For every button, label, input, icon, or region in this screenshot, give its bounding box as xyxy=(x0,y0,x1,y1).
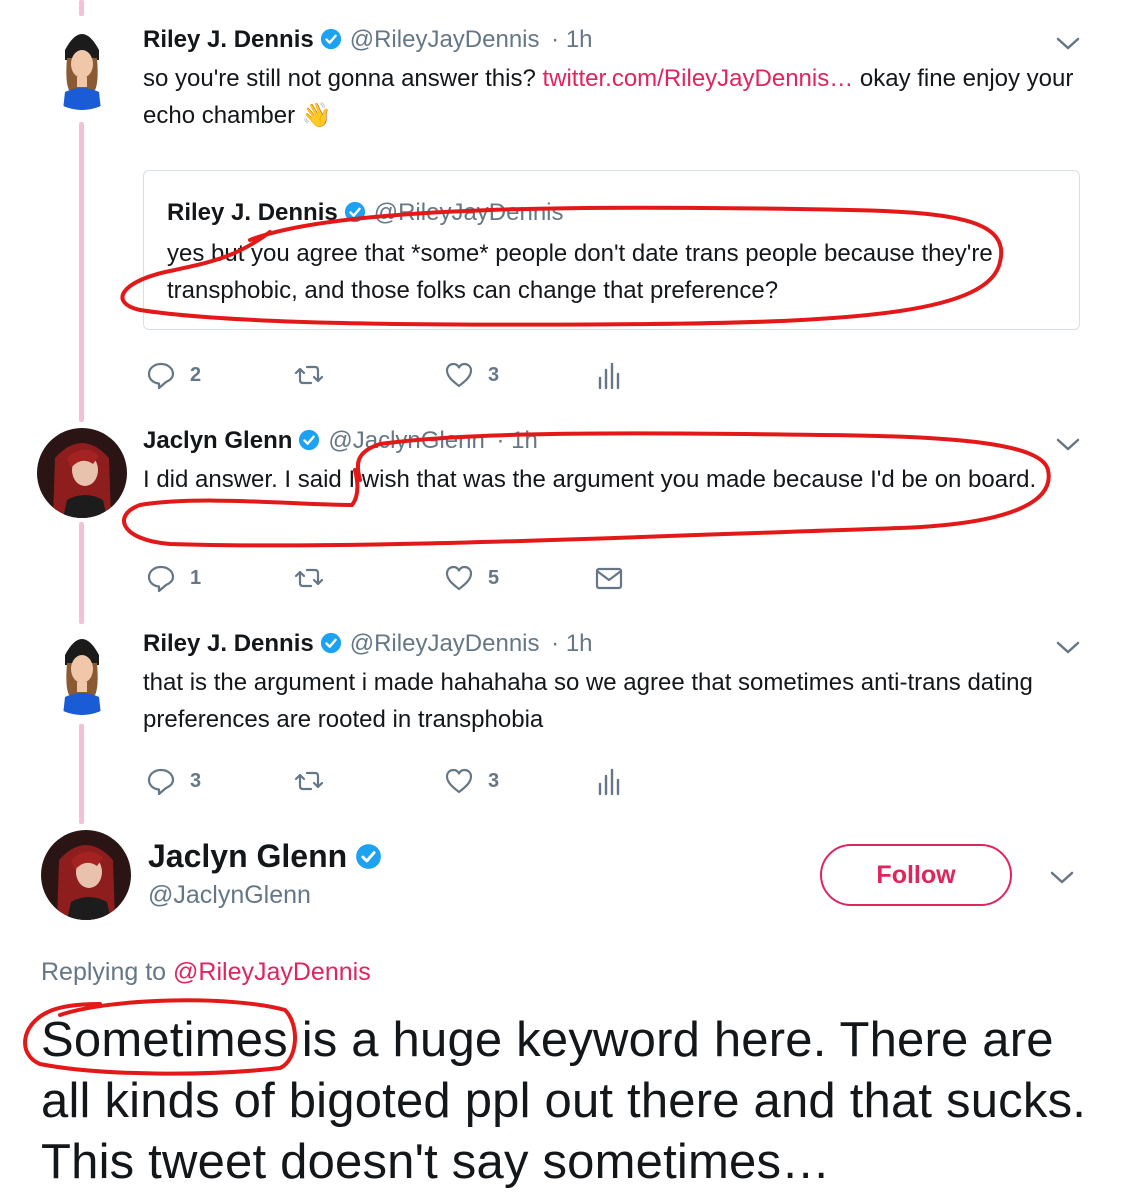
reply-button[interactable]: 2 xyxy=(146,358,201,392)
retweet-icon xyxy=(294,365,324,385)
analytics-button[interactable] xyxy=(594,358,638,392)
tweet: Riley J. Dennis @RileyJayDennis · 1h so y… xyxy=(0,0,1133,420)
direct-message-button[interactable] xyxy=(594,561,638,595)
avatar-jaclyn-image xyxy=(37,428,127,518)
tweet-text: I did answer. I said I wish that was the… xyxy=(143,466,1037,493)
timestamp[interactable]: · 1h xyxy=(497,427,538,454)
reply-button[interactable]: 1 xyxy=(146,561,201,595)
tweet-link[interactable]: twitter.com/RileyJayDennis… xyxy=(542,65,853,92)
mail-icon xyxy=(595,567,623,590)
handle[interactable]: @RileyJayDennis xyxy=(350,630,540,657)
retweet-button[interactable] xyxy=(294,764,338,798)
handle: @RileyJayDennis xyxy=(373,199,564,226)
display-name: Riley J. Dennis xyxy=(167,199,338,226)
tweet-actions: 3 3 xyxy=(146,764,646,798)
display-name[interactable]: Riley J. Dennis xyxy=(143,630,314,657)
tweet-actions: 2 3 xyxy=(146,358,646,392)
verified-icon xyxy=(344,201,365,223)
replying-to: Replying to @RileyJayDennis xyxy=(41,958,371,987)
verified-icon xyxy=(320,28,341,50)
timestamp[interactable]: · 1h xyxy=(551,26,592,53)
replying-to-handle[interactable]: @RileyJayDennis xyxy=(173,958,371,986)
quoted-text: yes but you agree that *some* people don… xyxy=(167,240,993,304)
avatar[interactable] xyxy=(37,20,127,110)
avatar[interactable] xyxy=(37,625,127,715)
chevron-down-icon[interactable] xyxy=(1055,437,1081,453)
reply-count: 3 xyxy=(190,769,202,792)
like-button[interactable]: 3 xyxy=(444,764,499,798)
retweet-button[interactable] xyxy=(294,561,338,595)
retweet-icon xyxy=(294,568,324,588)
tweet-header: Riley J. Dennis @RileyJayDennis · 1h xyxy=(143,26,593,54)
follow-button[interactable]: Follow xyxy=(820,844,1012,906)
main-tweet-text: Sometimes is a huge keyword here. There … xyxy=(41,1010,1111,1193)
display-name[interactable]: Jaclyn Glenn xyxy=(143,427,292,454)
tweet-actions: 1 5 xyxy=(146,561,646,595)
reply-icon xyxy=(147,362,175,390)
analytics-button[interactable] xyxy=(594,764,638,798)
verified-icon xyxy=(299,429,320,451)
main-display-name-text: Jaclyn Glenn xyxy=(148,838,348,874)
heart-icon xyxy=(445,565,473,591)
chevron-down-icon[interactable] xyxy=(1049,870,1075,886)
tweet-text: so you're still not gonna answer this? t… xyxy=(143,60,1083,134)
display-name[interactable]: Riley J. Dennis xyxy=(143,26,314,53)
retweet-button[interactable] xyxy=(294,358,338,392)
handle[interactable]: @RileyJayDennis xyxy=(350,26,540,53)
tweet-header: Jaclyn Glenn @JaclynGlenn · 1h xyxy=(143,427,538,455)
reply-count: 1 xyxy=(190,566,202,589)
main-handle[interactable]: @JaclynGlenn xyxy=(148,881,311,910)
tweet-text-part: so you're still not gonna answer this? xyxy=(143,65,543,92)
heart-icon xyxy=(445,768,473,794)
reply-button[interactable]: 3 xyxy=(146,764,201,798)
timestamp[interactable]: · 1h xyxy=(551,630,592,657)
tweet-text: that is the argument i made hahahaha so … xyxy=(143,669,1033,733)
analytics-icon xyxy=(598,362,620,390)
chevron-down-icon[interactable] xyxy=(1055,36,1081,52)
reply-count: 2 xyxy=(190,363,202,386)
thread-line xyxy=(79,724,84,824)
reply-icon xyxy=(147,565,175,593)
verified-icon xyxy=(356,844,382,869)
thread-line xyxy=(79,522,84,624)
chevron-down-icon[interactable] xyxy=(1055,640,1081,656)
quoted-header: Riley J. Dennis @RileyJayDennis xyxy=(167,199,564,227)
avatar-riley-image xyxy=(37,625,127,715)
main-display-name[interactable]: Jaclyn Glenn xyxy=(148,838,382,875)
verified-icon xyxy=(320,632,341,654)
quoted-tweet[interactable]: Riley J. Dennis @RileyJayDennis yes but y… xyxy=(143,170,1080,330)
avatar[interactable] xyxy=(37,428,127,518)
avatar[interactable] xyxy=(41,830,131,920)
avatar-riley-image xyxy=(37,20,127,110)
like-count: 5 xyxy=(488,566,500,589)
retweet-icon xyxy=(294,771,324,791)
reply-icon xyxy=(147,768,175,796)
like-count: 3 xyxy=(488,363,500,386)
replying-to-label: Replying to xyxy=(41,958,174,986)
main-tweet-keyword: Sometimes xyxy=(41,1013,288,1067)
tweet-header: Riley J. Dennis @RileyJayDennis · 1h xyxy=(143,630,593,658)
avatar-jaclyn-image xyxy=(41,830,131,920)
like-button[interactable]: 3 xyxy=(444,358,499,392)
like-button[interactable]: 5 xyxy=(444,561,499,595)
handle[interactable]: @JaclynGlenn xyxy=(328,427,484,454)
heart-icon xyxy=(445,362,473,388)
like-count: 3 xyxy=(488,769,500,792)
analytics-icon xyxy=(598,768,620,796)
